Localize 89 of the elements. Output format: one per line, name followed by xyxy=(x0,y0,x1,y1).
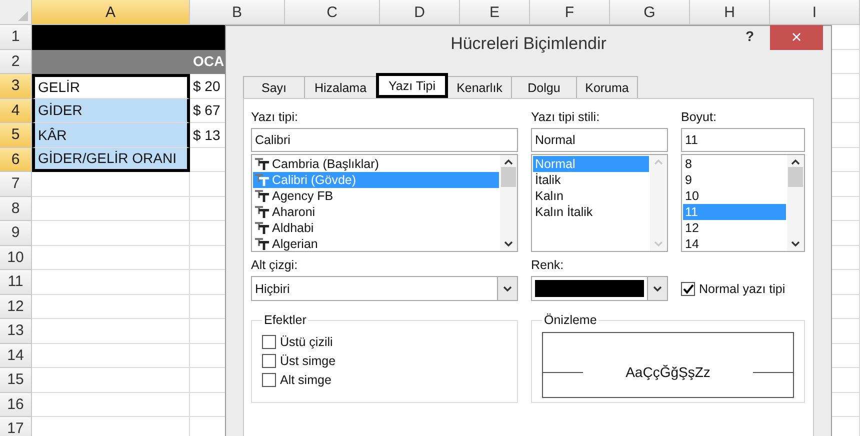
row-header[interactable]: 16 xyxy=(0,392,32,417)
list-item[interactable]: Kalın İtalik xyxy=(533,204,649,220)
row-header[interactable]: 14 xyxy=(0,344,32,368)
group-title: Efektler xyxy=(263,313,308,327)
row-header[interactable]: 6 xyxy=(0,148,32,172)
column-header[interactable]: G xyxy=(610,0,690,25)
truetype-icon xyxy=(255,238,269,250)
row-header[interactable]: 4 xyxy=(0,98,32,123)
spreadsheet-cell: KÂR xyxy=(32,123,190,148)
list-item[interactable]: Cambria (Başlıklar) xyxy=(253,156,499,172)
row-header[interactable]: 8 xyxy=(0,196,32,221)
row-header[interactable]: 5 xyxy=(0,123,32,148)
check-icon xyxy=(682,284,694,294)
checkbox[interactable] xyxy=(262,373,276,387)
color-dropdown[interactable] xyxy=(531,276,668,301)
dialog-title: Hücreleri Biçimlendir xyxy=(450,34,606,54)
row-header[interactable]: 15 xyxy=(0,368,32,392)
checkbox[interactable] xyxy=(262,354,276,368)
checkbox-label: Üstü çizili xyxy=(280,335,333,349)
preview-sample: AaÇçĞğŞşZz xyxy=(626,364,710,380)
row-header[interactable]: 9 xyxy=(0,221,32,246)
caret-icon xyxy=(503,286,512,292)
truetype-icon xyxy=(255,222,269,234)
scroll-up-icon xyxy=(504,159,513,165)
scroll-down-icon xyxy=(654,241,663,247)
tab[interactable]: Koruma xyxy=(576,76,638,98)
tab[interactable]: Yazı Tipi xyxy=(376,73,448,98)
scrollbar[interactable] xyxy=(650,155,667,251)
group-title: Önizleme xyxy=(543,313,598,327)
column-header[interactable]: H xyxy=(690,0,770,25)
column-header[interactable]: C xyxy=(285,0,380,25)
field-label: Yazı tipi stili: xyxy=(531,110,601,126)
scroll-down-icon xyxy=(791,241,800,247)
row-header[interactable]: 7 xyxy=(0,172,32,196)
row-header[interactable]: 13 xyxy=(0,319,32,344)
truetype-icon xyxy=(255,174,269,186)
column-header[interactable]: I xyxy=(770,0,860,25)
list-item[interactable]: 9 xyxy=(683,172,786,188)
row-header[interactable]: 17 xyxy=(0,417,32,436)
list-item[interactable]: Agency FB xyxy=(253,188,499,204)
column-header[interactable]: D xyxy=(380,0,460,25)
scroll-thumb[interactable] xyxy=(788,167,803,187)
scrollbar[interactable] xyxy=(500,155,517,251)
column-header[interactable]: E xyxy=(460,0,530,25)
column-header[interactable]: B xyxy=(190,0,285,25)
tab[interactable]: Dolgu xyxy=(511,76,577,98)
close-button[interactable]: × xyxy=(770,25,823,50)
row-header[interactable]: 11 xyxy=(0,270,32,294)
column-header[interactable]: A xyxy=(32,0,190,25)
column-header[interactable]: F xyxy=(530,0,610,25)
truetype-icon xyxy=(255,158,269,170)
row-header[interactable]: 2 xyxy=(0,50,32,74)
field-label: Alt çizgi: xyxy=(251,258,299,274)
checkbox-label: Normal yazı tipi xyxy=(699,282,786,296)
list-item[interactable]: 14 xyxy=(683,236,786,251)
list-item[interactable]: Aldhabi xyxy=(253,220,499,236)
spreadsheet-cell: GİDER/GELİR ORANI xyxy=(32,148,190,172)
list-item[interactable]: Algerian xyxy=(253,236,499,251)
scroll-up-icon xyxy=(791,159,800,165)
row-header[interactable]: 10 xyxy=(0,246,32,270)
row-header[interactable]: 12 xyxy=(0,294,32,319)
checkbox[interactable] xyxy=(262,335,276,349)
scroll-thumb[interactable] xyxy=(501,167,516,187)
row-header[interactable]: 3 xyxy=(0,74,32,98)
list-item[interactable]: 8 xyxy=(683,156,786,172)
list-item[interactable]: Aharoni xyxy=(253,204,499,220)
list-item[interactable]: 12 xyxy=(683,220,786,236)
font-style-field[interactable]: Normal xyxy=(531,128,668,152)
checkbox[interactable] xyxy=(681,282,695,296)
tab[interactable]: Sayı xyxy=(243,76,305,98)
row-header[interactable]: 1 xyxy=(0,25,32,50)
font-size-field[interactable]: 11 xyxy=(681,128,805,152)
scroll-up-icon xyxy=(654,159,663,165)
checkbox-label: Alt simge xyxy=(280,373,332,387)
scroll-down-icon xyxy=(504,241,513,247)
field-label: Boyut: xyxy=(681,110,718,126)
scrollbar[interactable] xyxy=(787,155,804,251)
truetype-icon xyxy=(255,190,269,202)
caret-icon xyxy=(653,286,662,292)
truetype-icon xyxy=(255,206,269,218)
help-button[interactable]: ? xyxy=(745,28,754,44)
list-item[interactable]: 10 xyxy=(683,188,786,204)
underline-dropdown[interactable]: Hiçbiri xyxy=(251,276,518,301)
font-name-field[interactable]: Calibri xyxy=(251,128,518,152)
list-item[interactable]: İtalik xyxy=(533,172,649,188)
list-item[interactable]: Kalın xyxy=(533,188,649,204)
spreadsheet-cell: GİDER xyxy=(32,98,190,123)
checkbox-label: Üst simge xyxy=(280,354,336,368)
field-label: Renk: xyxy=(531,258,565,274)
